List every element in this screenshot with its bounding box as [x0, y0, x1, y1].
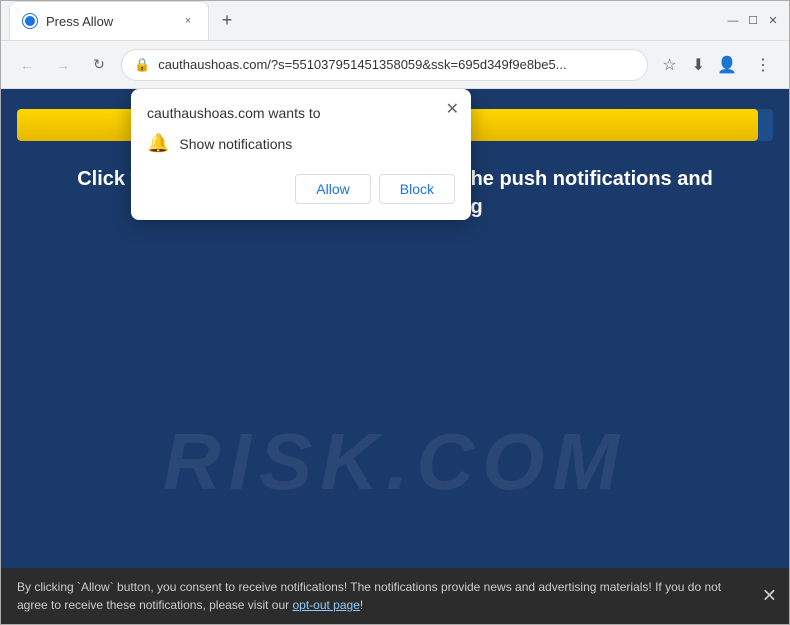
minimize-button[interactable]: —	[725, 13, 741, 29]
notification-popup: ✕ cauthaushoas.com wants to 🔔 Show notif…	[131, 89, 471, 220]
profile-button[interactable]: 👤	[713, 51, 741, 79]
maximize-button[interactable]: ☐	[745, 13, 761, 29]
popup-title: cauthaushoas.com wants to	[147, 105, 455, 121]
title-bar: Press Allow × + — ☐ ✕	[1, 1, 789, 41]
consent-bar: By clicking `Allow` button, you consent …	[1, 568, 789, 624]
popup-permission: 🔔 Show notifications	[147, 133, 455, 154]
forward-button[interactable]: →	[49, 51, 77, 79]
close-button[interactable]: ✕	[765, 13, 781, 29]
tab-favicon-icon	[22, 13, 38, 29]
menu-button[interactable]: ⋮	[749, 51, 777, 79]
tab-bar: Press Allow × +	[9, 1, 717, 40]
tab-title: Press Allow	[46, 14, 172, 29]
watermark: RISK.COM	[163, 416, 627, 508]
bell-icon: 🔔	[147, 133, 169, 154]
allow-button[interactable]: Allow	[295, 174, 370, 204]
consent-text-end: !	[360, 598, 363, 612]
address-bar: ← → ↻ 🔒 cauthaushoas.com/?s=551037951451…	[1, 41, 789, 89]
window-controls: — ☐ ✕	[725, 13, 781, 29]
popup-permission-label: Show notifications	[179, 136, 292, 152]
page-content: ✕ cauthaushoas.com wants to 🔔 Show notif…	[1, 89, 789, 568]
new-tab-button[interactable]: +	[213, 7, 241, 35]
bookmark-button[interactable]: ☆	[656, 51, 684, 79]
browser-window: Press Allow × + — ☐ ✕ ← → ↻ 🔒 cauthausho…	[0, 0, 790, 625]
popup-buttons: Allow Block	[147, 174, 455, 204]
lock-icon: 🔒	[134, 57, 150, 73]
download-button[interactable]: ⬇	[692, 55, 705, 75]
consent-text: By clicking `Allow` button, you consent …	[17, 580, 721, 612]
block-button[interactable]: Block	[379, 174, 455, 204]
refresh-button[interactable]: ↻	[85, 51, 113, 79]
consent-close-button[interactable]: ✕	[762, 583, 777, 610]
active-tab[interactable]: Press Allow ×	[9, 1, 209, 40]
back-button[interactable]: ←	[13, 51, 41, 79]
tab-close-button[interactable]: ×	[180, 13, 196, 29]
popup-close-button[interactable]: ✕	[446, 99, 459, 119]
url-text: cauthaushoas.com/?s=551037951451358059&s…	[158, 57, 634, 72]
url-bar[interactable]: 🔒 cauthaushoas.com/?s=551037951451358059…	[121, 49, 648, 81]
opt-out-link[interactable]: opt-out page	[292, 598, 359, 612]
